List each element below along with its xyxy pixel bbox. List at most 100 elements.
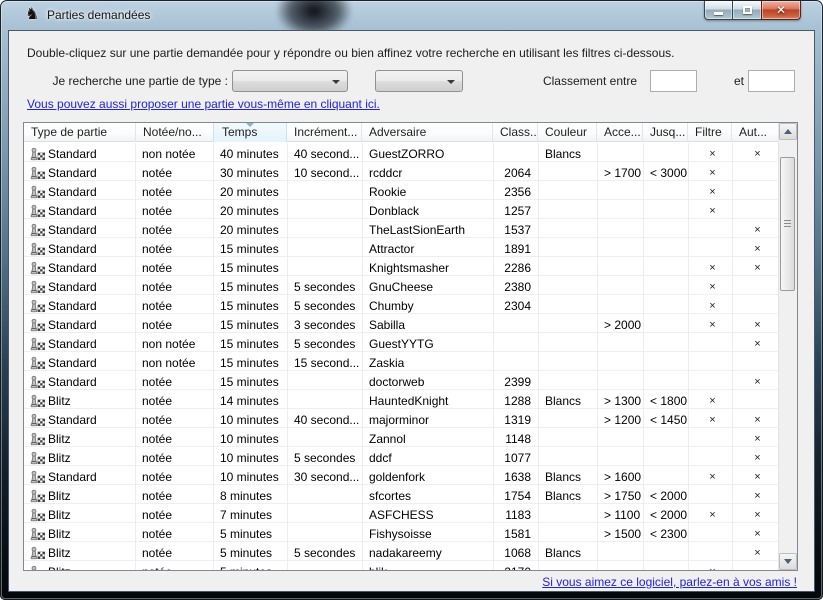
games-table-header: Type de partie Notée/no... Temps Incréme… xyxy=(24,123,797,142)
game-row[interactable]: Standard notée 10 minutes 40 second... m… xyxy=(24,409,778,428)
game-row[interactable]: Standard notée 20 minutes TheLastSionEar… xyxy=(24,219,778,238)
game-row[interactable]: Standard non notée 40 minutes 40 second.… xyxy=(24,143,778,162)
cell-time: 5 minutes xyxy=(214,542,288,561)
column-header-filter[interactable]: Filtre xyxy=(688,123,732,142)
cell-rating-min: > 1600 xyxy=(598,466,644,485)
game-row[interactable]: Blitz notée 10 minutes Zannol 1148 × xyxy=(24,428,778,447)
scrollbar-thumb[interactable] xyxy=(780,157,795,291)
cell-auto-mark xyxy=(733,295,778,314)
cell-opponent: ASFCHESS xyxy=(363,504,494,523)
scroll-down-button[interactable] xyxy=(779,553,797,570)
cell-rating-min xyxy=(598,428,644,447)
rating-min-input[interactable] xyxy=(650,70,697,92)
cell-filter-mark xyxy=(689,238,733,257)
game-type-label: Je recherche une partie de type : xyxy=(9,74,228,88)
cell-rating: 1754 xyxy=(494,485,539,504)
cell-color: Blancs xyxy=(539,542,598,561)
cell-auto-mark xyxy=(733,200,778,219)
scroll-up-button[interactable] xyxy=(779,123,797,140)
game-subtype-select[interactable] xyxy=(375,70,463,92)
game-row[interactable]: Blitz notée 10 minutes 5 secondes ddcf 1… xyxy=(24,447,778,466)
game-type-select[interactable] xyxy=(232,70,348,92)
maximize-icon xyxy=(743,6,752,14)
column-header-type[interactable]: Type de partie xyxy=(24,123,136,142)
column-header-increment[interactable]: Incrément... xyxy=(287,123,362,142)
game-row[interactable]: Standard notée 15 minutes Attractor 1891… xyxy=(24,238,778,257)
game-row[interactable]: Standard notée 15 minutes 3 secondes Sab… xyxy=(24,314,778,333)
minimize-button[interactable] xyxy=(704,1,733,20)
cell-rating-min: > 1200 xyxy=(598,409,644,428)
column-header-rated[interactable]: Notée/no... xyxy=(136,123,214,142)
cell-rating-max: < 1450 xyxy=(644,409,689,428)
maximize-button[interactable] xyxy=(733,1,761,20)
cell-rated: notée xyxy=(136,409,214,428)
cell-rating: 2064 xyxy=(494,162,539,181)
cell-increment: 5 secondes xyxy=(288,447,363,466)
game-row[interactable]: Standard notée 10 minutes 30 second... g… xyxy=(24,466,778,485)
cell-rated: notée xyxy=(136,200,214,219)
propose-game-link[interactable]: Vous pouvez aussi proposer une partie vo… xyxy=(27,97,380,111)
game-row[interactable]: Blitz notée 14 minutes HauntedKnight 128… xyxy=(24,390,778,409)
instruction-text: Double-cliquez sur une partie demandée p… xyxy=(27,46,674,60)
tell-your-friends-link[interactable]: Si vous aimez ce logiciel, parlez-en à v… xyxy=(542,575,797,589)
column-header-auto[interactable]: Aut... xyxy=(732,123,777,142)
cell-rating-min xyxy=(598,257,644,276)
cell-time: 15 minutes xyxy=(214,333,288,352)
game-row[interactable]: Blitz notée 5 minutes blik 2170 × xyxy=(24,561,778,570)
vertical-scrollbar[interactable] xyxy=(778,123,797,570)
cell-game-type: Blitz xyxy=(48,508,71,522)
cell-auto-mark xyxy=(733,181,778,200)
rating-max-input[interactable] xyxy=(748,70,795,92)
game-row[interactable]: Standard notée 30 minutes 10 second... r… xyxy=(24,162,778,181)
window-controls: ✕ xyxy=(704,1,801,20)
game-row[interactable]: Standard notée 15 minutes 5 secondes Chu… xyxy=(24,295,778,314)
game-row[interactable]: Blitz notée 8 minutes sfcortes 1754 Blan… xyxy=(24,485,778,504)
column-header-accept-min[interactable]: Acce... xyxy=(597,123,643,142)
cell-opponent: GnuCheese xyxy=(363,276,494,295)
cell-increment: 3 secondes xyxy=(288,314,363,333)
cell-game-type: Standard xyxy=(48,242,97,256)
column-header-accept-max[interactable]: Jusq... xyxy=(643,123,688,142)
cell-rating-max xyxy=(644,257,689,276)
cell-game-type: Standard xyxy=(48,413,97,427)
column-header-rating[interactable]: Class... xyxy=(493,123,538,142)
game-row[interactable]: Standard notée 20 minutes Donblack 1257 … xyxy=(24,200,778,219)
game-row[interactable]: Blitz notée 5 minutes 5 secondes nadakar… xyxy=(24,542,778,561)
cell-increment xyxy=(288,485,363,504)
scrollbar-track[interactable] xyxy=(779,140,797,553)
game-row[interactable]: Standard non notée 15 minutes 15 second.… xyxy=(24,352,778,371)
cell-game-type: Standard xyxy=(48,223,97,237)
game-row[interactable]: Standard notée 15 minutes 5 secondes Gnu… xyxy=(24,276,778,295)
cell-auto-mark: × xyxy=(733,428,778,447)
cell-opponent: Fishysoisse xyxy=(363,523,494,542)
title-bar[interactable]: ♞ Parties demandées ✕ xyxy=(0,0,823,30)
cell-rated: notée xyxy=(136,466,214,485)
cell-increment xyxy=(288,523,363,542)
chess-pawn-board-icon xyxy=(30,356,45,370)
cell-increment xyxy=(288,371,363,390)
game-row[interactable]: Standard notée 20 minutes Rookie 2356 × xyxy=(24,181,778,200)
close-button[interactable]: ✕ xyxy=(761,1,801,20)
cell-auto-mark xyxy=(733,352,778,371)
cell-increment xyxy=(288,390,363,409)
game-row[interactable]: Blitz notée 5 minutes Fishysoisse 1581 >… xyxy=(24,523,778,542)
cell-filter-mark xyxy=(689,485,733,504)
cell-rating-min xyxy=(598,447,644,466)
game-row[interactable]: Standard notée 15 minutes doctorweb 2399… xyxy=(24,371,778,390)
cell-rating xyxy=(494,314,539,333)
cell-rating: 1068 xyxy=(494,542,539,561)
cell-color: Blancs xyxy=(539,143,598,162)
cell-color xyxy=(539,295,598,314)
cell-filter-mark xyxy=(689,219,733,238)
chess-pawn-board-icon xyxy=(30,318,45,332)
game-row[interactable]: Blitz notée 7 minutes ASFCHESS 1183 > 11… xyxy=(24,504,778,523)
cell-rating-min xyxy=(598,143,644,162)
game-row[interactable]: Standard notée 15 minutes Knightsmasher … xyxy=(24,257,778,276)
column-header-time[interactable]: Temps xyxy=(213,123,287,142)
game-row[interactable]: Standard non notée 15 minutes 5 secondes… xyxy=(24,333,778,352)
column-header-color[interactable]: Couleur xyxy=(538,123,597,142)
cell-opponent: blik xyxy=(363,561,494,570)
cell-increment: 5 secondes xyxy=(288,333,363,352)
cell-time: 15 minutes xyxy=(214,352,288,371)
column-header-opponent[interactable]: Adversaire xyxy=(362,123,493,142)
